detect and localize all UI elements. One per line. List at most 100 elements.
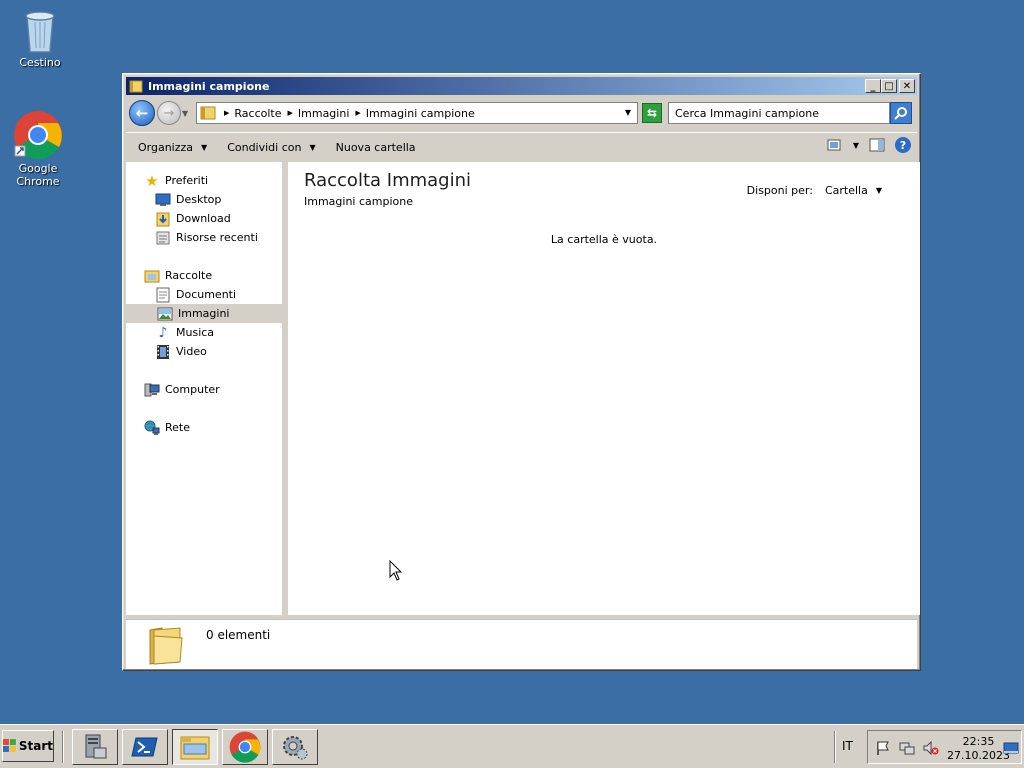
clock-date: 27.10.2023 bbox=[947, 749, 1010, 762]
nav-item-video[interactable]: Video bbox=[155, 342, 207, 361]
clock[interactable]: 22:35 27.10.2023 bbox=[947, 735, 1010, 763]
star-icon: ★ bbox=[145, 171, 159, 190]
volume-muted-icon[interactable] bbox=[923, 740, 939, 756]
view-dropdown-icon[interactable]: ▼ bbox=[853, 141, 859, 150]
taskbar-powershell[interactable] bbox=[122, 729, 168, 765]
chevron-down-icon[interactable]: ▼ bbox=[876, 186, 882, 195]
folder-icon bbox=[149, 627, 183, 665]
clock-time: 22:35 bbox=[962, 735, 995, 748]
nav-item-download[interactable]: Download bbox=[155, 209, 231, 228]
desktop-icon-label: Cestino bbox=[19, 56, 61, 69]
organize-label: Organizza bbox=[138, 140, 194, 154]
minimize-button[interactable]: _ bbox=[865, 79, 881, 93]
breadcrumb-immagini[interactable]: ▶ Immagini bbox=[288, 107, 350, 120]
address-toolbar: ← → ▼ ▶ Raccolte ▶ Immagini ▶ Immagini c… bbox=[126, 97, 917, 129]
address-bar[interactable]: ▶ Raccolte ▶ Immagini ▶ Immagini campion… bbox=[196, 102, 638, 124]
nav-label: Video bbox=[176, 345, 207, 358]
nav-item-libraries[interactable]: Raccolte bbox=[144, 266, 212, 285]
command-bar: Organizza ▼ Condividi con ▼ Nuova cartel… bbox=[126, 132, 917, 161]
nav-label: Download bbox=[176, 212, 231, 225]
taskbar-separator bbox=[834, 731, 836, 763]
breadcrumb-label: Raccolte bbox=[234, 106, 282, 120]
taskbar: Start IT 22:35 27.10.2023 bbox=[0, 724, 1024, 768]
breadcrumb-label: Immagini campione bbox=[365, 106, 475, 120]
view-options-icon[interactable] bbox=[827, 138, 843, 152]
start-button[interactable]: Start bbox=[2, 730, 54, 762]
nav-item-documents[interactable]: Documenti bbox=[155, 285, 236, 304]
video-icon bbox=[155, 344, 171, 360]
desktop-icon-label: Google Chrome bbox=[16, 162, 60, 188]
server-manager-icon bbox=[85, 734, 107, 759]
taskbar-separator bbox=[62, 731, 64, 763]
nav-label: Rete bbox=[165, 421, 190, 434]
nav-label: Computer bbox=[165, 383, 220, 396]
arrange-by: Disponi per: Cartella ▼ bbox=[747, 184, 882, 197]
mouse-cursor-icon bbox=[389, 560, 403, 581]
share-menu[interactable]: Condividi con ▼ bbox=[227, 141, 315, 154]
nav-item-pictures[interactable]: Immagini bbox=[126, 304, 282, 323]
network-status-icon[interactable] bbox=[899, 740, 915, 756]
arrange-dropdown[interactable]: Cartella bbox=[825, 184, 868, 197]
language-indicator[interactable]: IT bbox=[842, 739, 853, 753]
music-icon: ♪ bbox=[158, 324, 168, 341]
nav-item-music[interactable]: ♪ Musica bbox=[155, 323, 215, 342]
desktop-icon bbox=[155, 192, 171, 208]
chrome-icon bbox=[14, 111, 62, 160]
taskbar-settings-tool[interactable] bbox=[272, 729, 318, 765]
new-folder-button[interactable]: Nuova cartella bbox=[336, 141, 416, 154]
help-icon[interactable]: ? bbox=[895, 137, 911, 153]
preview-pane-icon[interactable] bbox=[869, 138, 885, 152]
recent-places-icon bbox=[155, 230, 171, 246]
item-count: 0 elementi bbox=[206, 628, 271, 642]
arrange-label: Disponi per: bbox=[746, 184, 813, 197]
search-icon bbox=[894, 107, 907, 120]
nav-label: Raccolte bbox=[165, 269, 213, 282]
nav-item-network[interactable]: Rete bbox=[144, 418, 190, 437]
close-button[interactable]: ✕ bbox=[899, 79, 915, 93]
maximize-button[interactable]: □ bbox=[881, 79, 897, 93]
show-desktop-icon[interactable] bbox=[1003, 740, 1019, 756]
libraries-icon bbox=[144, 268, 160, 284]
chevron-down-icon: ▼ bbox=[309, 142, 316, 152]
nav-item-recent[interactable]: Risorse recenti bbox=[155, 228, 258, 247]
arrow-left-icon: ← bbox=[135, 104, 149, 122]
nav-label: Immagini bbox=[178, 307, 230, 320]
nav-item-computer[interactable]: Computer bbox=[144, 380, 220, 399]
nav-item-desktop[interactable]: Desktop bbox=[155, 190, 221, 209]
search-placeholder: Cerca Immagini campione bbox=[675, 106, 820, 120]
refresh-icon: ⇆ bbox=[646, 106, 658, 120]
forward-button[interactable]: → bbox=[157, 101, 181, 125]
empty-folder-message: La cartella è vuota. bbox=[550, 233, 658, 246]
network-icon bbox=[144, 420, 160, 436]
action-center-flag-icon[interactable] bbox=[875, 740, 891, 756]
library-subtitle: Immagini campione bbox=[304, 195, 413, 208]
nav-label: Musica bbox=[176, 326, 215, 339]
chevron-right-icon: ▶ bbox=[355, 109, 361, 117]
folder-icon bbox=[129, 80, 143, 93]
powershell-icon bbox=[131, 737, 158, 757]
windows-logo-icon bbox=[3, 739, 16, 752]
refresh-button[interactable]: ⇆ bbox=[642, 103, 662, 123]
title-bar[interactable]: Immagini campione _ □ ✕ bbox=[126, 77, 917, 95]
desktop-icon-chrome[interactable]: Google Chrome bbox=[0, 110, 78, 188]
back-button[interactable]: ← bbox=[129, 100, 155, 126]
chevron-right-icon: ▶ bbox=[287, 109, 293, 117]
nav-label: Preferiti bbox=[165, 174, 209, 187]
search-button[interactable] bbox=[890, 102, 912, 124]
taskbar-explorer[interactable] bbox=[172, 729, 218, 765]
desktop-icon-recycle-bin[interactable]: Cestino bbox=[0, 6, 80, 69]
content-pane[interactable]: Raccolta Immagini Immagini campione Disp… bbox=[288, 162, 920, 615]
breadcrumb-immagini-campione[interactable]: ▶ Immagini campione bbox=[355, 107, 474, 120]
history-dropdown[interactable]: ▼ bbox=[182, 109, 192, 118]
breadcrumb-raccolte[interactable]: ▶ Raccolte bbox=[224, 107, 282, 120]
taskbar-chrome[interactable] bbox=[222, 729, 268, 765]
new-folder-label: Nuova cartella bbox=[335, 140, 416, 154]
nav-label: Risorse recenti bbox=[176, 231, 258, 244]
nav-item-favorites[interactable]: ★ Preferiti bbox=[144, 171, 208, 190]
taskbar-server-manager[interactable] bbox=[72, 729, 118, 765]
search-input[interactable]: Cerca Immagini campione bbox=[668, 102, 890, 124]
address-dropdown-icon[interactable]: ▼ bbox=[625, 108, 631, 117]
library-title: Raccolta Immagini bbox=[304, 170, 472, 191]
chrome-icon bbox=[229, 731, 261, 763]
organize-menu[interactable]: Organizza ▼ bbox=[138, 141, 207, 154]
